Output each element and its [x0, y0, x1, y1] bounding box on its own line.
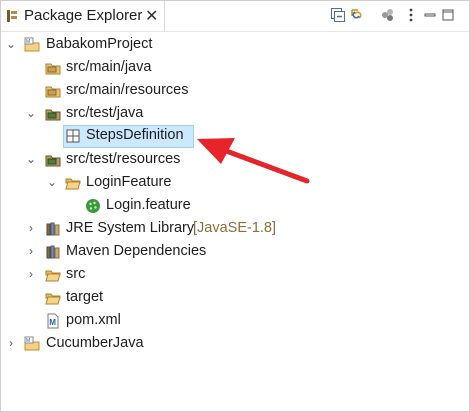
tree-item-label: BabakomProject: [46, 36, 153, 52]
chevron-down-icon[interactable]: ⌄: [24, 152, 38, 166]
test-source-folder-icon: [45, 109, 61, 121]
tree-item-pom-xml[interactable]: M pom.xml: [1, 310, 469, 332]
tree-item-babakom-project[interactable]: ⌄ M BabakomProject: [1, 34, 469, 56]
package-explorer-icon: [7, 10, 17, 22]
view-menu-icon[interactable]: [403, 7, 419, 23]
tree-item-label: src: [66, 266, 86, 282]
tab-title: Package Explorer: [24, 7, 143, 24]
project-icon: M: [24, 37, 40, 52]
tree-item-cucumber-java[interactable]: › M CucumberJava: [1, 333, 469, 355]
tree-item-label: target: [66, 289, 104, 305]
source-folder-icon: [45, 63, 61, 75]
close-icon[interactable]: ✕: [145, 6, 158, 26]
chevron-right-icon[interactable]: ›: [4, 336, 18, 350]
tree-item-label: src/main/resources: [66, 82, 189, 98]
maven-file-icon: M: [47, 313, 59, 329]
minimize-icon[interactable]: [422, 7, 438, 23]
cucumber-feature-icon: [86, 199, 100, 213]
tree-item-login-feature-file[interactable]: Login.feature: [1, 195, 469, 217]
source-folder-icon: [45, 86, 61, 98]
tree-item-src[interactable]: › src: [1, 264, 469, 286]
tree-item-src-main-resources[interactable]: src/main/resources: [1, 80, 469, 102]
tree-item-label: Login.feature: [106, 197, 191, 213]
project-icon: M: [24, 336, 40, 351]
tree-item-label: LoginFeature: [86, 174, 172, 190]
library-icon: [46, 222, 60, 236]
tree-item-src-main-java[interactable]: src/main/java: [1, 57, 469, 79]
tree-item-target[interactable]: target: [1, 287, 469, 309]
tree-item-label: pom.xml: [66, 312, 121, 328]
test-source-folder-icon: [45, 155, 61, 167]
tree-item-label: Maven Dependencies: [66, 243, 207, 259]
chevron-down-icon[interactable]: ⌄: [45, 175, 59, 189]
library-icon: [46, 245, 60, 259]
svg-text:M: M: [49, 318, 56, 327]
tree-item-label: src/test/java: [66, 105, 144, 121]
tab-package-explorer[interactable]: Package Explorer ✕: [1, 1, 165, 31]
tree-item-label: JRE System Library: [66, 220, 195, 236]
tree-item-src-test-java[interactable]: ⌄ src/test/java: [1, 103, 469, 125]
tree-item-label: src/test/resources: [66, 151, 181, 167]
chevron-down-icon[interactable]: ⌄: [4, 37, 18, 51]
chevron-right-icon[interactable]: ›: [24, 221, 38, 235]
link-with-editor-icon[interactable]: [349, 7, 365, 23]
default-package-icon: [66, 129, 80, 143]
collapse-all-icon[interactable]: [330, 7, 346, 23]
tab-divider: [1, 31, 469, 32]
tree-item-label: src/main/java: [66, 59, 152, 75]
svg-text:M: M: [26, 338, 30, 344]
tree-item-decoration: [JavaSE-1.8]: [193, 220, 277, 236]
folder-icon: [45, 270, 61, 282]
view-tab-bar: Package Explorer ✕: [1, 1, 469, 31]
filters-icon[interactable]: [380, 7, 396, 23]
tree-item-jre-system-library[interactable]: › JRE System Library [JavaSE-1.8]: [1, 218, 469, 240]
tree-item-label: StepsDefinition: [86, 127, 184, 143]
maximize-icon[interactable]: [440, 7, 456, 23]
tree-item-maven-dependencies[interactable]: › Maven Dependencies: [1, 241, 469, 263]
svg-text:M: M: [26, 39, 30, 45]
chevron-down-icon[interactable]: ⌄: [24, 106, 38, 120]
red-arrow-annotation: [197, 138, 310, 184]
chevron-right-icon[interactable]: ›: [24, 244, 38, 258]
folder-open-icon: [65, 178, 81, 190]
folder-icon: [45, 293, 61, 305]
package-explorer-view: Package Explorer ✕ ⌄ M BabakomProject sr…: [0, 0, 470, 412]
chevron-right-icon[interactable]: ›: [24, 267, 38, 281]
tree-item-label: CucumberJava: [46, 335, 144, 351]
